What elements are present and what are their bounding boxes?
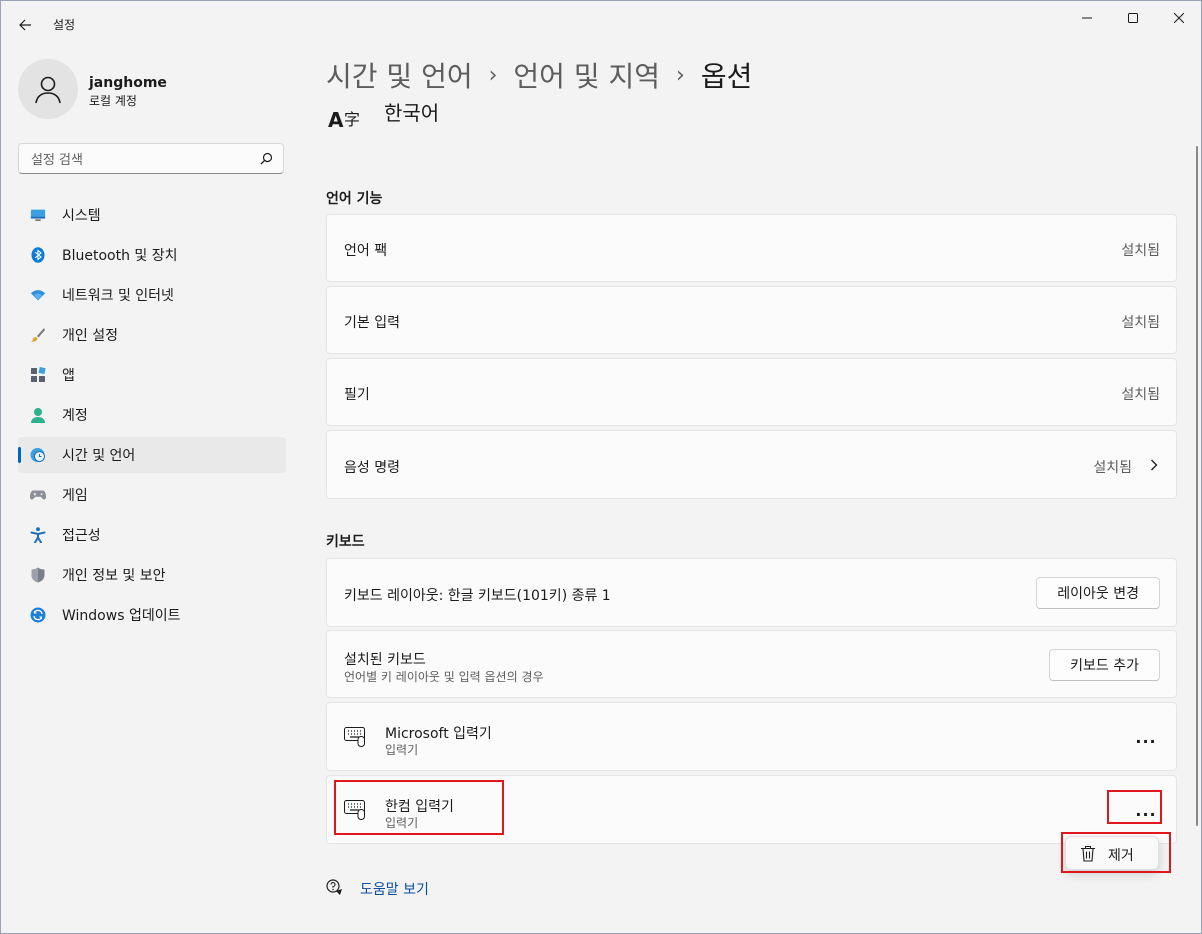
sidebar-item-label: 시스템: [62, 208, 101, 224]
monitor-icon: [30, 207, 46, 223]
section-title-keyboard: 키보드: [326, 534, 365, 550]
row-basic-typing: 기본 입력 설치됨: [326, 286, 1177, 354]
sidebar-item-personalization[interactable]: 개인 설정: [18, 317, 286, 353]
settings-window: 설정 janghome 로컬 계정 시스템 Bluetooth 및 장치: [0, 0, 1202, 934]
maximize-button[interactable]: [1110, 1, 1156, 35]
sidebar-item-accessibility[interactable]: 접근성: [18, 517, 286, 553]
avatar[interactable]: [18, 59, 78, 119]
close-button[interactable]: [1156, 1, 1202, 35]
row-label: 기본 입력: [344, 315, 400, 331]
keyboard-layout-label: 키보드 레이아웃: 한글 키보드(101키) 종류 1: [344, 588, 611, 604]
accessibility-icon: [30, 527, 46, 543]
sidebar-item-system[interactable]: 시스템: [18, 197, 286, 233]
sidebar-item-apps[interactable]: 앱: [18, 357, 286, 393]
back-button[interactable]: [11, 11, 39, 39]
keyboard-icon: [344, 727, 365, 747]
sidebar-item-label: 접근성: [62, 528, 101, 544]
shield-icon: [30, 567, 46, 583]
row-speech[interactable]: 음성 명령 설치됨: [326, 430, 1177, 499]
close-icon: [1174, 13, 1184, 23]
status-text: 설치됨: [1121, 387, 1160, 403]
breadcrumb: 시간 및 언어 › 언어 및 지역 › 옵션: [326, 55, 752, 95]
installed-keyboards-description: 언어별 키 레이아웃 및 입력 옵션의 경우: [344, 670, 544, 684]
minimize-icon: [1082, 17, 1092, 19]
sidebar-item-label: 네트워크 및 인터넷: [62, 288, 174, 304]
sidebar-nav: 시스템 Bluetooth 및 장치 네트워크 및 인터넷 개인 설정 앱 계정…: [18, 197, 286, 637]
account-type: 로컬 계정: [89, 94, 137, 108]
breadcrumb-time-language[interactable]: 시간 및 언어: [326, 55, 473, 95]
add-keyboard-button[interactable]: 키보드 추가: [1049, 649, 1160, 681]
svg-text:字: 字: [344, 110, 360, 129]
search-input[interactable]: [29, 149, 253, 171]
user-name: janghome: [89, 75, 167, 91]
ime-name: Microsoft 입력기: [385, 726, 492, 742]
sidebar-item-label: 시간 및 언어: [62, 448, 136, 464]
help-icon: [326, 879, 342, 895]
wifi-icon: [30, 287, 46, 303]
sidebar-item-accounts[interactable]: 계정: [18, 397, 286, 433]
sidebar-item-label: 개인 설정: [62, 328, 118, 344]
row-label: 필기: [344, 387, 370, 403]
row-handwriting: 필기 설치됨: [326, 358, 1177, 426]
update-icon: [30, 607, 46, 623]
scrollbar[interactable]: [1196, 146, 1198, 826]
sidebar-item-network[interactable]: 네트워크 및 인터넷: [18, 277, 286, 313]
more-options-button[interactable]: ...: [1130, 723, 1162, 751]
row-language-pack: 언어 팩 설치됨: [326, 214, 1177, 282]
globe-clock-icon: [30, 447, 46, 463]
brush-icon: [30, 327, 46, 343]
status-text: 설치됨: [1121, 243, 1160, 259]
sidebar-item-label: 앱: [62, 368, 75, 384]
sidebar-item-gaming[interactable]: 게임: [18, 477, 286, 513]
bluetooth-icon: [30, 247, 46, 263]
language-icon: A字: [328, 108, 360, 131]
sidebar-item-label: 계정: [62, 408, 88, 424]
sidebar-item-label: Bluetooth 및 장치: [62, 248, 178, 264]
title-bar: 설정: [1, 1, 1201, 49]
person-icon: [35, 76, 61, 104]
more-icon: ...: [1135, 727, 1157, 747]
status-text: 설치됨: [1121, 315, 1160, 331]
search-icon[interactable]: [260, 152, 273, 165]
row-label: 언어 팩: [344, 243, 388, 259]
row-label: 음성 명령: [344, 460, 400, 476]
annotation-box: [1061, 832, 1171, 873]
chevron-right-icon: [1151, 459, 1158, 471]
change-layout-button[interactable]: 레이아웃 변경: [1036, 577, 1160, 609]
person-icon: [30, 407, 46, 423]
sidebar-item-time-language[interactable]: 시간 및 언어: [18, 437, 286, 473]
language-name: 한국어: [384, 101, 440, 125]
apps-icon: [30, 367, 46, 383]
gamepad-icon: [30, 487, 46, 503]
section-title-language-features: 언어 기능: [326, 191, 383, 207]
sidebar-item-bluetooth[interactable]: Bluetooth 및 장치: [18, 237, 286, 273]
breadcrumb-separator: ›: [488, 62, 498, 88]
search-box[interactable]: [18, 143, 284, 174]
svg-text:A: A: [328, 108, 344, 131]
installed-keyboards-label: 설치된 키보드: [344, 652, 426, 668]
maximize-icon: [1128, 13, 1138, 23]
page-title: 옵션: [700, 60, 753, 93]
sidebar-item-label: Windows 업데이트: [62, 608, 181, 624]
sidebar-item-privacy[interactable]: 개인 정보 및 보안: [18, 557, 286, 593]
sidebar-item-label: 게임: [62, 488, 88, 504]
annotation-box: [334, 780, 504, 835]
back-arrow-icon: [19, 19, 31, 31]
status-text: 설치됨: [1093, 460, 1132, 476]
minimize-button[interactable]: [1064, 1, 1110, 35]
breadcrumb-separator: ›: [676, 62, 685, 88]
sidebar-item-windows-update[interactable]: Windows 업데이트: [18, 597, 286, 633]
help-link-label[interactable]: 도움말 보기: [360, 879, 429, 899]
annotation-box: [1107, 790, 1162, 824]
breadcrumb-language-region[interactable]: 언어 및 지역: [513, 55, 660, 95]
app-title: 설정: [53, 18, 76, 32]
row-keyboard-layout: 키보드 레이아웃: 한글 키보드(101키) 종류 1 레이아웃 변경: [326, 558, 1177, 627]
ime-type: 입력기: [385, 743, 419, 757]
row-installed-keyboards: 설치된 키보드 언어별 키 레이아웃 및 입력 옵션의 경우 키보드 추가: [326, 630, 1177, 698]
row-ime-microsoft: Microsoft 입력기 입력기 ...: [326, 702, 1177, 771]
sidebar-item-label: 개인 정보 및 보안: [62, 568, 166, 584]
